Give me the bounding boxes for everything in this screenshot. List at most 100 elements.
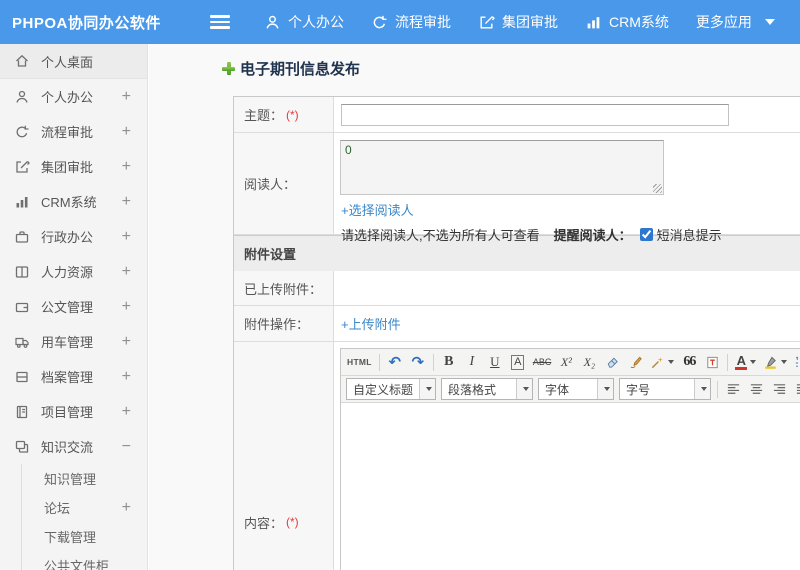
- expand-icon[interactable]: +: [122, 368, 131, 385]
- bar-chart-icon: [16, 196, 28, 207]
- required-mark: (*): [286, 515, 299, 529]
- choose-readers-link[interactable]: +选择阅读人: [341, 200, 414, 219]
- resize-grip[interactable]: [653, 184, 662, 193]
- page-title: 电子期刊信息发布: [222, 58, 800, 79]
- highlighter-icon: [765, 356, 777, 369]
- align-center-button[interactable]: [745, 378, 767, 400]
- user-icon: [266, 15, 279, 29]
- expand-icon[interactable]: +: [122, 123, 131, 140]
- paste-text-icon: [707, 356, 718, 368]
- sidebar-item-project-mgmt[interactable]: 项目管理 +: [0, 394, 147, 429]
- nav-more-apps[interactable]: 更多应用: [696, 12, 775, 32]
- sms-notify-checkbox[interactable]: [639, 228, 653, 241]
- strikethrough-button[interactable]: ABC: [530, 351, 555, 373]
- align-right-icon: [773, 383, 785, 394]
- expand-icon[interactable]: +: [122, 88, 131, 105]
- upload-attachment-link[interactable]: +上传附件: [341, 314, 401, 333]
- expand-icon[interactable]: +: [122, 499, 131, 516]
- font-family-select[interactable]: 字体: [538, 378, 614, 400]
- format-brush-button[interactable]: [624, 351, 646, 373]
- nav-label: CRM系统: [609, 14, 669, 30]
- attachment-ops-label: 附件操作：: [234, 306, 334, 341]
- paste-plain-text-button[interactable]: [701, 351, 723, 373]
- sidebar-subitem-knowledge-mgmt[interactable]: 知识管理: [22, 464, 147, 493]
- nav-label: 个人办公: [288, 14, 344, 30]
- custom-heading-select[interactable]: 自定义标题: [346, 378, 436, 400]
- expand-icon[interactable]: +: [122, 158, 131, 175]
- sidebar-item-vehicle-mgmt[interactable]: 用车管理 +: [0, 324, 147, 359]
- sidebar-item-knowledge-exchange[interactable]: 知识交流 −: [0, 429, 147, 464]
- highlight-color-button[interactable]: [760, 351, 790, 373]
- expand-icon[interactable]: +: [122, 333, 131, 350]
- readers-textarea[interactable]: 0: [340, 140, 664, 195]
- expand-icon[interactable]: +: [122, 193, 131, 210]
- align-left-icon: [727, 383, 739, 394]
- font-color-button[interactable]: A: [732, 351, 759, 373]
- paragraph-format-select[interactable]: 段落格式: [441, 378, 533, 400]
- expand-icon[interactable]: +: [122, 403, 131, 420]
- collapse-icon[interactable]: −: [122, 438, 131, 455]
- italic-button[interactable]: I: [461, 351, 483, 373]
- readers-note: 请选择阅读人,不选为所有人可查看 提醒阅读人： 短消息提示: [341, 225, 800, 244]
- caret-down-icon: [750, 360, 757, 364]
- ordered-list-icon: [796, 356, 799, 367]
- editor-content-area[interactable]: [341, 403, 800, 570]
- align-justify-button[interactable]: [791, 378, 800, 400]
- expand-icon[interactable]: +: [122, 298, 131, 315]
- nav-group-approval[interactable]: 集团审批: [478, 12, 558, 32]
- html-source-button[interactable]: HTML: [344, 351, 375, 373]
- sidebar-item-hr[interactable]: 人力资源 +: [0, 254, 147, 289]
- align-left-button[interactable]: [722, 378, 744, 400]
- sidebar-subitem-forum[interactable]: 论坛 +: [22, 493, 147, 522]
- sidebar-subitem-public-file-cabinet[interactable]: 公共文件柜: [22, 551, 147, 570]
- remove-format-button[interactable]: [601, 351, 623, 373]
- magic-wand-icon: [652, 356, 663, 368]
- publish-form: 主题： (*) 阅读人： 0 +选择阅读人 请选择阅读人,不选为所有人可查看 提…: [233, 96, 800, 570]
- caret-down-icon: [603, 387, 610, 391]
- sidebar-item-personal-desktop[interactable]: 个人桌面: [0, 44, 147, 79]
- undo-button[interactable]: ↶: [384, 351, 406, 373]
- ordered-list-button[interactable]: [791, 351, 800, 373]
- redo-button[interactable]: ↷: [407, 351, 429, 373]
- underline-button[interactable]: U: [484, 351, 506, 373]
- nav-workflow-approval[interactable]: 流程审批: [371, 12, 451, 32]
- sidebar-subitem-download-mgmt[interactable]: 下载管理: [22, 522, 147, 551]
- briefcase-icon: [15, 230, 29, 243]
- nav-crm-system[interactable]: CRM系统: [585, 12, 669, 32]
- sidebar-item-crm[interactable]: CRM系统 +: [0, 184, 147, 219]
- app-title: PHPOA协同办公软件: [12, 14, 161, 32]
- superscript-button[interactable]: X²: [555, 351, 577, 373]
- blockquote-button[interactable]: 66: [678, 351, 700, 373]
- expand-icon[interactable]: +: [122, 263, 131, 280]
- caret-down-icon: [700, 387, 707, 391]
- uploaded-attachments-row: 已上传附件：: [234, 271, 800, 306]
- sidebar-item-admin-office[interactable]: 行政办公 +: [0, 219, 147, 254]
- align-right-button[interactable]: [768, 378, 790, 400]
- nav-label: 流程审批: [395, 14, 451, 30]
- font-size-select[interactable]: 字号: [619, 378, 711, 400]
- bold-button[interactable]: B: [438, 351, 460, 373]
- remind-readers-label: 提醒阅读人：: [553, 228, 632, 243]
- sidebar-item-personal-office[interactable]: 个人办公 +: [0, 79, 147, 114]
- sidebar-item-document-mgmt[interactable]: 公文管理 +: [0, 289, 147, 324]
- hamburger-menu-icon[interactable]: [210, 15, 230, 29]
- content-label: 内容： (*): [234, 342, 334, 570]
- font-style-button[interactable]: A: [507, 351, 529, 373]
- editor-toolbar-row1: HTML ↶ ↷ B I U A ABC X² X₂ 66 A: [341, 349, 800, 376]
- truck-icon: [15, 337, 29, 348]
- archive-icon: [16, 371, 28, 382]
- sidebar-item-workflow-approval[interactable]: 流程审批 +: [0, 114, 147, 149]
- caret-down-icon: [764, 19, 775, 25]
- auto-typeset-button[interactable]: [647, 351, 677, 373]
- subject-input[interactable]: [341, 104, 729, 126]
- sidebar-item-group-approval[interactable]: 集团审批 +: [0, 149, 147, 184]
- sidebar-item-archive-mgmt[interactable]: 档案管理 +: [0, 359, 147, 394]
- readers-label: 阅读人：: [234, 133, 334, 234]
- subject-label: 主题： (*): [234, 97, 334, 132]
- caret-down-icon: [522, 387, 529, 391]
- readers-row: 阅读人： 0 +选择阅读人 请选择阅读人,不选为所有人可查看 提醒阅读人： 短消…: [234, 133, 800, 243]
- subscript-button[interactable]: X₂: [578, 351, 600, 373]
- nav-personal-office[interactable]: 个人办公: [264, 12, 344, 32]
- expand-icon[interactable]: +: [122, 228, 131, 245]
- user-icon: [16, 90, 28, 103]
